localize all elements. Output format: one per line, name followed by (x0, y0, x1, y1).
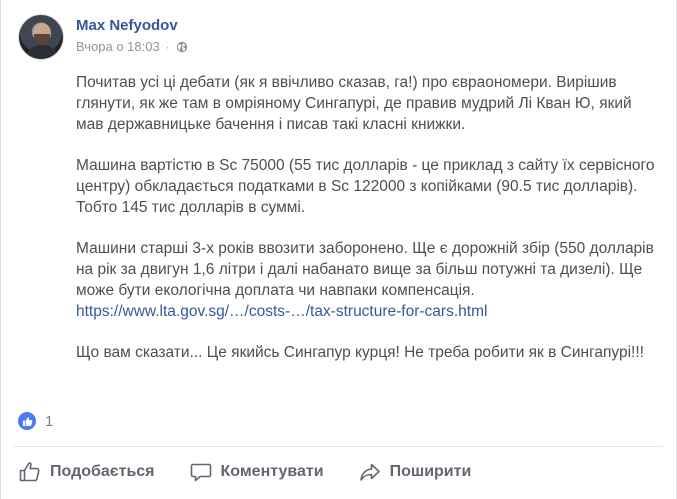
author-name[interactable]: Max Nefyodov (76, 17, 178, 34)
action-bar: Подобається Коментувати Поширити (18, 455, 471, 489)
globe-icon[interactable] (176, 41, 188, 53)
like-button[interactable]: Подобається (18, 455, 155, 489)
post-paragraph: Почитав усі ці дебати (як я ввічливо ска… (76, 74, 632, 133)
like-icon (18, 412, 36, 430)
like-label: Подобається (50, 463, 155, 480)
share-arrow-icon (359, 463, 380, 481)
post-paragraph-with-link: Машини старші 3-х років ввозити забороне… (76, 238, 656, 322)
post-card: Max Nefyodov Вчора о 18:03 · Почитав усі… (0, 0, 677, 499)
post-meta: Вчора о 18:03 · (76, 39, 188, 54)
comment-label: Коментувати (220, 463, 324, 480)
card-border-left (0, 0, 1, 499)
share-button[interactable]: Поширити (358, 455, 472, 489)
post-paragraph: Що вам сказати... Це якийсь Сингапур кур… (76, 344, 644, 361)
avatar[interactable] (18, 14, 64, 60)
post-paragraph-text: Машини старші 3-х років ввозити забороне… (76, 240, 654, 299)
reactions-summary[interactable]: 1 (18, 412, 53, 430)
reaction-count[interactable]: 1 (45, 413, 53, 430)
post-timestamp[interactable]: Вчора о 18:03 (76, 39, 160, 54)
post-paragraph: Машина вартістю в Sc 75000 (55 тис долла… (76, 157, 655, 216)
external-link[interactable]: https://www.lta.gov.sg/…/costs-…/tax-str… (76, 303, 487, 320)
meta-separator: · (165, 39, 170, 54)
post-body: Почитав усі ці дебати (як я ввічливо ска… (76, 72, 656, 383)
thumbs-up-icon (19, 462, 40, 482)
comment-button[interactable]: Коментувати (189, 455, 324, 489)
comment-icon (190, 463, 211, 482)
divider (14, 446, 663, 447)
share-label: Поширити (389, 463, 472, 480)
